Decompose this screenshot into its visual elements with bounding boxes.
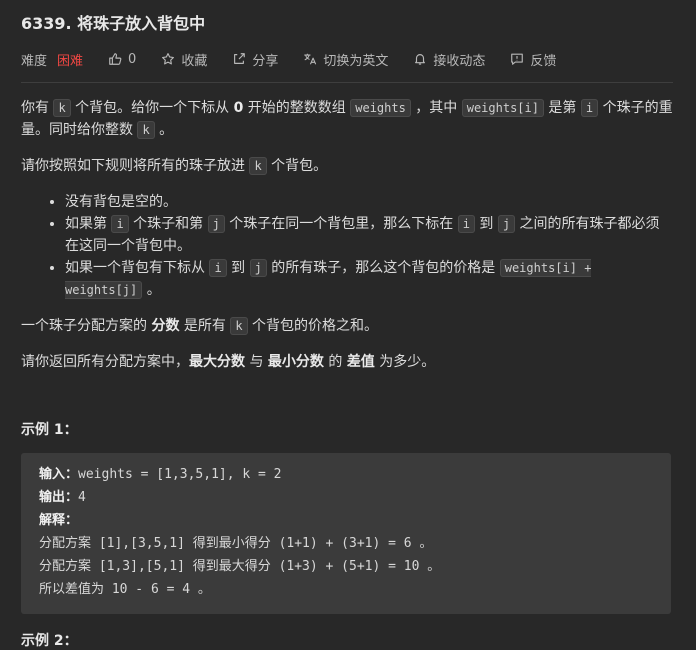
translate-button[interactable]: 切换为英文 [303, 50, 388, 69]
problem-description: 你有 k 个背包。给你一个下标从 0 开始的整数数组 weights ，其中 w… [21, 97, 673, 373]
code-j: j [249, 259, 267, 277]
feedback-label: 反馈 [530, 53, 557, 69]
code-i: i [111, 215, 129, 233]
output-label: 输出： [39, 490, 79, 505]
translate-icon [303, 52, 317, 66]
desc-paragraph-4: 请你返回所有分配方案中，最大分数 与 最小分数 的 差值 为多少。 [21, 351, 673, 373]
rule-item: 如果一个背包有下标从 i 到 j 的所有珠子，那么这个背包的价格是 weight… [65, 257, 673, 301]
text: 。 [154, 122, 174, 138]
translate-label: 切换为英文 [323, 53, 389, 69]
code-k: k [249, 157, 267, 175]
notify-label: 接收动态 [433, 53, 486, 69]
divider [21, 82, 673, 83]
text: 个珠子在同一个背包里，那么下标在 [224, 216, 458, 232]
text: 是所有 [179, 318, 231, 334]
text: 。 [142, 282, 161, 298]
problem-panel: 6339. 将珠子放入背包中 难度 困难 0 收藏 分享 切换为英文 接收动态 … [0, 0, 673, 650]
bold-score: 分数 [151, 318, 180, 334]
text: 个背包。给你一个下标从 [70, 100, 234, 116]
text: 如果第 [65, 216, 112, 232]
code-i: i [457, 215, 475, 233]
text: 开始的整数数组 [243, 100, 351, 116]
notify-button[interactable]: 接收动态 [413, 50, 485, 69]
text: 与 [245, 354, 268, 370]
input-label: 输入： [39, 467, 79, 482]
text: 个珠子和第 [128, 216, 208, 232]
code-j: j [497, 215, 516, 233]
share-icon [232, 52, 246, 66]
desc-paragraph-3: 一个珠子分配方案的 分数 是所有 k 个背包的价格之和。 [21, 315, 673, 337]
code-j: j [207, 215, 225, 233]
text: 的所有珠子，那么这个背包的价格是 [266, 260, 500, 276]
code-k: k [137, 121, 155, 139]
code-weights: weights [350, 99, 411, 117]
like-button[interactable]: 0 [108, 52, 136, 67]
thumbs-up-icon [108, 52, 122, 66]
desc-paragraph-2: 请你按照如下规则将所有的珠子放进 k 个背包。 [21, 155, 673, 177]
favorite-label: 收藏 [181, 53, 208, 69]
text: 个背包。 [266, 158, 328, 174]
rules-list: 没有背包是空的。 如果第 i 个珠子和第 j 个珠子在同一个背包里，那么下标在 … [21, 191, 673, 301]
code-k: k [230, 317, 248, 335]
text: ，其中 [410, 100, 462, 116]
text: 请你返回所有分配方案中， [21, 354, 189, 370]
difficulty: 难度 困难 [21, 50, 83, 69]
problem-title: 6339. 将珠子放入背包中 [21, 14, 206, 33]
feedback-icon [510, 52, 524, 66]
explain-text: 所以差值为 10 - 6 = 4 。 [39, 582, 211, 597]
rule-item: 如果第 i 个珠子和第 j 个珠子在同一个背包里，那么下标在 i 到 j 之间的… [65, 213, 673, 257]
example-2-title: 示例 2： [21, 633, 78, 649]
output-value: 4 [78, 490, 86, 505]
share-button[interactable]: 分享 [232, 50, 278, 69]
text: 的 [323, 354, 347, 370]
text: 到 [474, 216, 498, 232]
bold-difference: 差值 [346, 354, 375, 370]
code-k: k [53, 99, 71, 117]
share-label: 分享 [252, 53, 279, 69]
bold-min-score: 最小分数 [267, 354, 324, 370]
example-explain-line: 解释： [39, 509, 653, 532]
bell-icon [413, 52, 427, 66]
text: 到 [226, 260, 250, 276]
rule-item: 没有背包是空的。 [65, 191, 673, 213]
text: 为多少。 [374, 354, 436, 370]
bold-max-score: 最大分数 [189, 354, 245, 370]
code-i: i [209, 259, 227, 277]
example-input-line: 输入：weights = [1,3,5,1], k = 2 [39, 463, 653, 486]
star-icon [161, 52, 175, 66]
text: 你有 [21, 100, 54, 116]
explain-text: 分配方案 [1,3],[5,1] 得到最大得分 (1+3) + (5+1) = … [39, 559, 441, 574]
difficulty-value: 困难 [57, 53, 84, 69]
example-1-title: 示例 1： [21, 422, 78, 438]
text: 没有背包是空的。 [65, 194, 177, 210]
input-value: weights = [1,3,5,1], k = 2 [78, 467, 282, 482]
toolbar: 难度 困难 0 收藏 分享 切换为英文 接收动态 反馈 [21, 48, 673, 70]
text: 如果一个背包有下标从 [65, 260, 210, 276]
text: 个背包的价格之和。 [247, 318, 379, 334]
like-count: 0 [128, 51, 137, 67]
favorite-button[interactable]: 收藏 [161, 50, 207, 69]
bold-zero: 0 [233, 100, 244, 116]
text: 请你按照如下规则将所有的珠子放进 [21, 158, 250, 174]
text: 是第 [543, 100, 581, 116]
difficulty-label: 难度 [21, 53, 48, 69]
code-i: i [580, 99, 599, 117]
example-output-line: 输出：4 [39, 486, 653, 509]
feedback-button[interactable]: 反馈 [510, 50, 556, 69]
desc-paragraph-1: 你有 k 个背包。给你一个下标从 0 开始的整数数组 weights ，其中 w… [21, 97, 673, 141]
explain-label: 解释： [39, 513, 79, 528]
code-weights-i: weights[i] [461, 99, 544, 117]
explain-text: 分配方案 [1],[3,5,1] 得到最小得分 (1+1) + (3+1) = … [39, 536, 433, 551]
example-1-block: 输入：weights = [1,3,5,1], k = 2 输出：4 解释： 分… [21, 453, 671, 614]
text: 一个珠子分配方案的 [21, 318, 152, 334]
